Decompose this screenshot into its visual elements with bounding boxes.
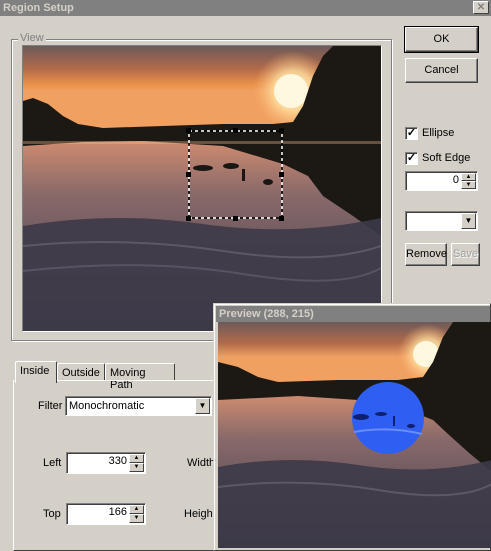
cancel-button[interactable]: Cancel: [405, 58, 478, 83]
tab-outside[interactable]: Outside: [57, 363, 105, 381]
spin-up-icon[interactable]: ▲: [461, 173, 476, 181]
window-title-bar[interactable]: Region Setup ✕: [0, 0, 491, 16]
edge-value-spinner[interactable]: 0 ▲ ▼: [405, 171, 478, 191]
left-label: Left: [43, 457, 62, 469]
preview-photo: [218, 322, 491, 548]
top-label: Top: [43, 508, 61, 520]
top-value: 166: [108, 506, 127, 518]
ok-button[interactable]: OK: [404, 26, 479, 53]
filter-label: Filter: [38, 400, 63, 412]
window-title: Region Setup: [3, 2, 74, 14]
spin-up-icon[interactable]: ▲: [129, 505, 144, 514]
soft-edge-label: Soft Edge: [422, 152, 471, 164]
save-button[interactable]: Save: [451, 243, 480, 266]
preview-window[interactable]: Preview (288, 215): [213, 303, 491, 551]
spin-up-icon[interactable]: ▲: [129, 454, 144, 463]
width-label: Width: [187, 457, 216, 469]
chevron-down-icon[interactable]: ▼: [461, 213, 476, 229]
spin-down-icon[interactable]: ▼: [461, 181, 476, 189]
preview-title: Preview (288, 215): [219, 308, 314, 320]
filter-value: Monochromatic: [69, 400, 145, 412]
left-value: 330: [108, 455, 127, 467]
sunset-photo: [23, 46, 381, 331]
preview-image: [218, 322, 491, 548]
close-icon[interactable]: ✕: [473, 1, 489, 14]
chevron-down-icon[interactable]: ▼: [195, 398, 210, 414]
remove-button[interactable]: Remove: [405, 243, 447, 266]
view-image[interactable]: [22, 45, 382, 332]
region-select[interactable]: ▼: [405, 211, 478, 231]
height-label: Height: [184, 508, 216, 520]
tab-moving-path[interactable]: Moving Path: [105, 363, 175, 391]
spin-down-icon[interactable]: ▼: [129, 514, 144, 523]
view-group-label: View: [18, 32, 46, 44]
left-spinner[interactable]: 330 ▲ ▼: [66, 452, 146, 474]
top-spinner[interactable]: 166 ▲ ▼: [66, 503, 146, 525]
ellipse-label: Ellipse: [422, 127, 455, 139]
preview-title-bar[interactable]: Preview (288, 215): [216, 306, 490, 322]
spin-down-icon[interactable]: ▼: [129, 463, 144, 472]
tab-inside[interactable]: Inside: [15, 361, 57, 383]
filter-select[interactable]: Monochromatic ▼: [65, 396, 212, 416]
soft-edge-checkbox[interactable]: ✓: [405, 152, 418, 165]
ellipse-checkbox[interactable]: ✓: [405, 127, 418, 140]
edge-value: 0: [452, 174, 459, 186]
